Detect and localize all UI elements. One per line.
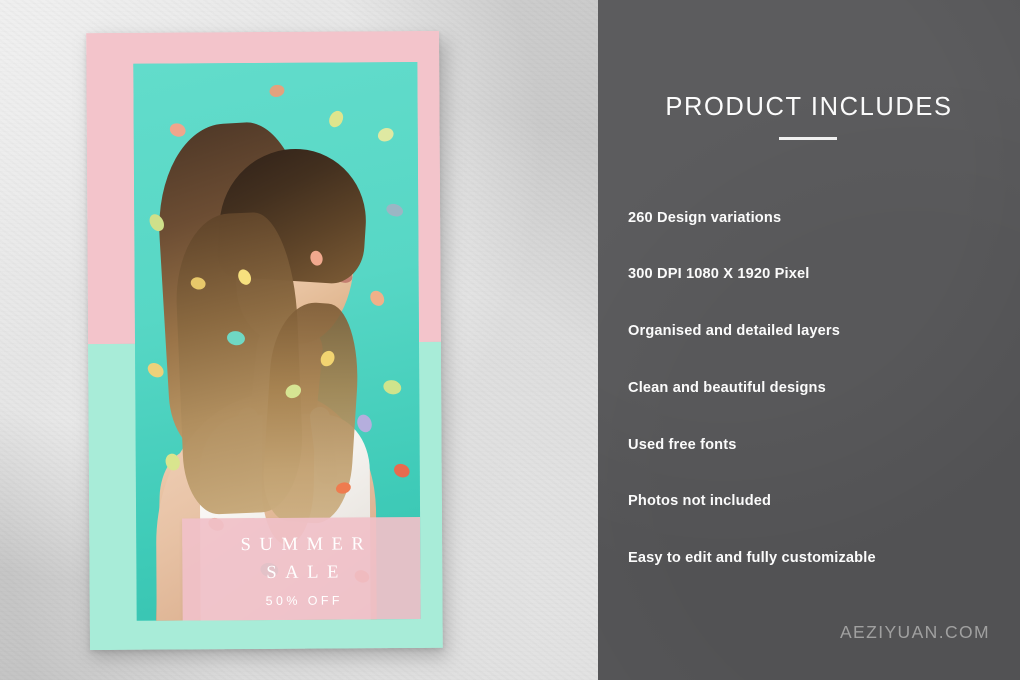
sale-line-summer: SUMMER	[240, 534, 373, 556]
watermark: AEZIYUAN.COM	[839, 622, 990, 642]
sale-line-sale: SALE	[266, 562, 348, 583]
list-item: Used free fonts	[628, 437, 737, 453]
list-item: Clean and beautiful designs	[628, 380, 826, 396]
list-item: Photos not included	[628, 493, 772, 509]
list-item: Organised and detailed layers	[628, 323, 840, 339]
page-title: PRODUCT INCLUDES	[665, 93, 953, 121]
title-underline-rule	[779, 137, 837, 140]
sale-label-box: SUMMER SALE 50% OFF	[182, 517, 421, 621]
list-item: Easy to edit and fully customizable	[628, 550, 876, 566]
list-item: 260 Design variations	[628, 210, 782, 226]
screenshot-stage: SUMMER SALE 50% OFF PRODUCT INCLUDES AEZ…	[0, 0, 1020, 680]
card-photo: SUMMER SALE 50% OFF	[133, 62, 421, 621]
sale-line-discount: 50% OFF	[265, 593, 343, 608]
story-card-mockup[interactable]: SUMMER SALE 50% OFF	[86, 30, 443, 651]
list-item: 300 DPI 1080 X 1920 Pixel	[628, 266, 810, 282]
product-includes-panel: PRODUCT INCLUDES AEZIYUAN.COM	[598, 0, 1020, 680]
